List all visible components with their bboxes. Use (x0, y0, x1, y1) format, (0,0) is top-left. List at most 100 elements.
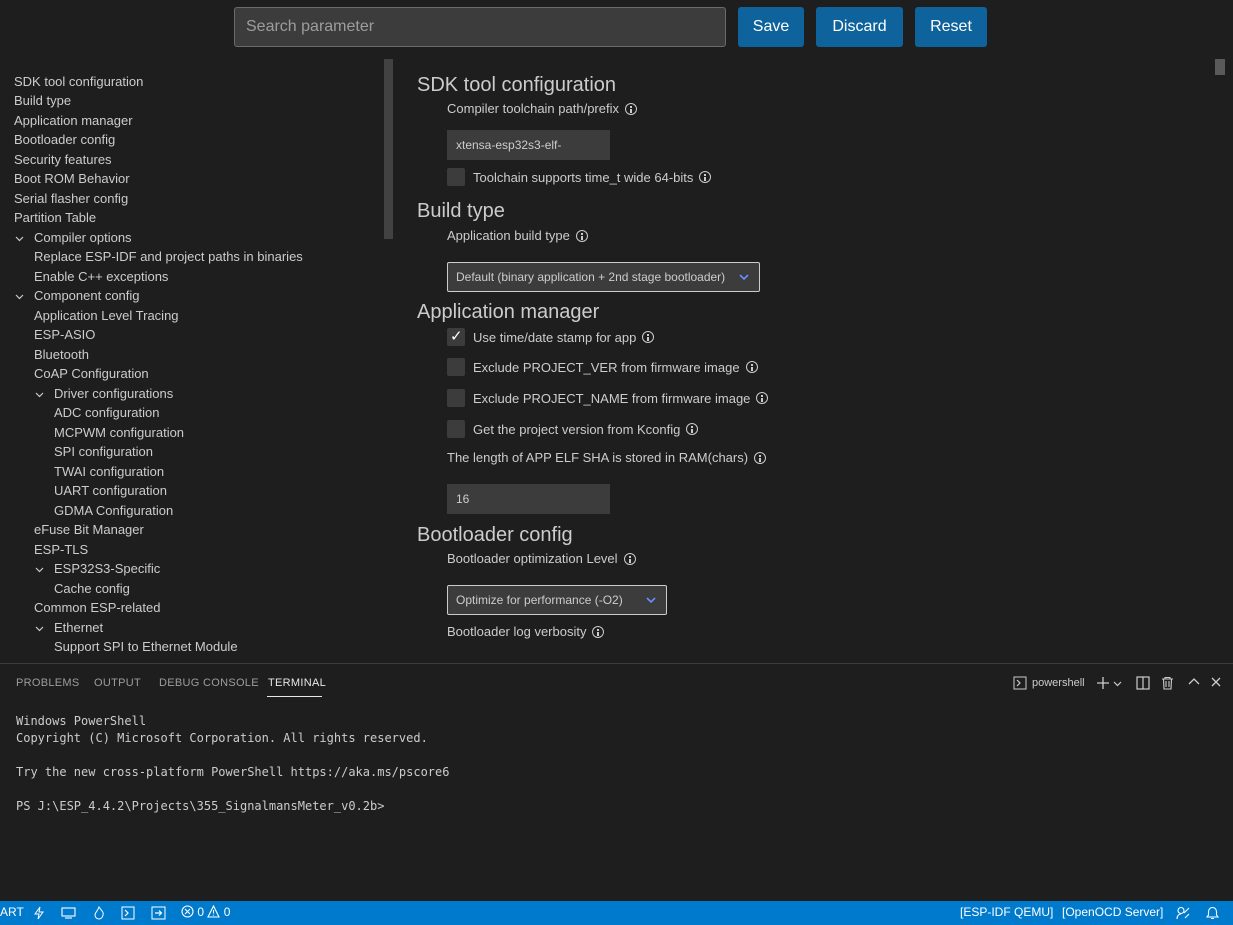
status-start-text[interactable]: ART (0, 905, 24, 919)
info-icon[interactable] (745, 361, 758, 373)
tree-item-mcpwm[interactable]: MCPWM configuration (54, 424, 184, 442)
form-scrollbar[interactable] (1215, 59, 1225, 75)
tab-problems[interactable]: PROBLEMS (16, 677, 80, 689)
chevron-down-icon[interactable] (35, 565, 44, 574)
tree-item-adc[interactable]: ADC configuration (54, 404, 160, 422)
chevron-down-icon[interactable] (1113, 679, 1122, 688)
save-button[interactable]: Save (738, 7, 804, 47)
checkbox-label: Get the project version from Kconfig (473, 421, 681, 437)
reset-button[interactable]: Reset (915, 7, 987, 47)
bootloader-opt-select[interactable]: Optimize for performance (-O2) (447, 585, 667, 615)
tree-item-spi-ethernet[interactable]: Support SPI to Ethernet Module (54, 638, 238, 656)
tree-item-app-manager[interactable]: Application manager (14, 112, 133, 130)
tree-item-bootloader[interactable]: Bootloader config (14, 131, 115, 149)
tree-item-replace-paths[interactable]: Replace ESP-IDF and project paths in bin… (34, 248, 303, 266)
bell-icon[interactable] (1206, 906, 1219, 920)
monitor-icon[interactable] (61, 907, 76, 919)
trash-icon[interactable] (1161, 676, 1174, 690)
chevron-down-icon[interactable] (15, 234, 24, 243)
chevron-down-icon[interactable] (35, 390, 44, 399)
terminal-line: ​ (16, 781, 449, 798)
discard-button[interactable]: Discard (816, 7, 903, 47)
terminal-prompt: PS J:\ESP_4.4.2\Projects\355_SignalmansM… (16, 799, 385, 813)
time-t-checkbox[interactable] (447, 168, 465, 186)
tree-item-esp-tls[interactable]: ESP-TLS (34, 541, 88, 559)
tree-item-driver-config[interactable]: Driver configurations (54, 385, 173, 403)
checkbox-label: Exclude PROJECT_VER from firmware image (473, 359, 740, 375)
error-icon (181, 905, 194, 918)
tree-item-boot-rom[interactable]: Boot ROM Behavior (14, 170, 130, 188)
app-build-type-select[interactable]: Default (binary application + 2nd stage … (447, 262, 760, 292)
sha-length-input[interactable] (447, 484, 610, 514)
problems-indicator[interactable]: 0 0 (181, 904, 231, 919)
info-icon[interactable] (623, 552, 636, 565)
info-icon[interactable] (642, 331, 655, 343)
info-icon[interactable] (686, 423, 699, 435)
esp-idf-qemu-button[interactable]: [ESP-IDF QEMU] (960, 905, 1053, 919)
flash-icon[interactable] (33, 906, 45, 920)
info-icon[interactable] (575, 229, 588, 242)
time-t-option: Toolchain supports time_t wide 64-bits (447, 168, 712, 186)
tree-item-build-type[interactable]: Build type (14, 92, 71, 110)
info-icon[interactable] (754, 451, 767, 464)
chevron-down-icon[interactable] (35, 624, 44, 633)
info-icon[interactable] (699, 171, 712, 183)
tab-output[interactable]: OUTPUT (94, 677, 141, 689)
tree-item-efuse[interactable]: eFuse Bit Manager (34, 521, 144, 539)
tree-item-coap[interactable]: CoAP Configuration (34, 365, 149, 383)
tree-item-esp-asio[interactable]: ESP-ASIO (34, 326, 95, 344)
tree-item-twai[interactable]: TWAI configuration (54, 463, 164, 481)
tree-item-partition-table[interactable]: Partition Table (14, 209, 96, 227)
terminal-name[interactable]: powershell (1032, 677, 1085, 689)
tree-item-common-esp[interactable]: Common ESP-related (34, 599, 160, 617)
toolchain-prefix-input[interactable] (447, 130, 610, 160)
chevron-down-icon (646, 597, 656, 604)
tree-item-spi[interactable]: SPI configuration (54, 443, 153, 461)
tree-scrollbar[interactable] (384, 59, 393, 239)
info-icon[interactable] (624, 102, 637, 115)
feedback-icon[interactable] (1176, 906, 1190, 920)
tree-item-serial-flasher[interactable]: Serial flasher config (14, 190, 128, 208)
select-value: Optimize for performance (-O2) (456, 593, 623, 607)
add-terminal-icon[interactable] (1096, 676, 1110, 690)
close-icon[interactable] (1211, 677, 1221, 687)
tree-item-compiler-options[interactable]: Compiler options (34, 229, 132, 247)
checkbox-label: Exclude PROJECT_NAME from firmware image (473, 390, 751, 406)
tab-terminal[interactable]: TERMINAL (268, 677, 326, 689)
flame-icon[interactable] (93, 906, 105, 920)
kconfig-version-checkbox[interactable] (447, 420, 465, 438)
search-input[interactable] (234, 7, 726, 47)
status-bar: ART 0 0 [ESP-IDF QEMU] [OpenOCD Server] (0, 901, 1233, 925)
config-tree: SDK tool configuration Build type Applic… (0, 70, 384, 660)
field-label-sha-len: The length of APP ELF SHA is stored in R… (447, 450, 767, 465)
tab-debug-console[interactable]: DEBUG CONSOLE (159, 677, 259, 689)
tree-item-ethernet[interactable]: Ethernet (54, 619, 103, 637)
tree-item-security[interactable]: Security features (14, 151, 112, 169)
info-icon[interactable] (756, 392, 769, 404)
split-terminal-icon[interactable] (1136, 676, 1150, 690)
terminal-icon[interactable] (121, 906, 135, 920)
tree-item-cache-config[interactable]: Cache config (54, 580, 130, 598)
exclude-ver-checkbox[interactable] (447, 358, 465, 376)
build-flash-monitor-icon[interactable] (151, 906, 166, 920)
tree-item-cpp-exceptions[interactable]: Enable C++ exceptions (34, 268, 168, 286)
config-form: SDK tool configuration Compiler toolchai… (400, 58, 1210, 662)
chevron-down-icon[interactable] (15, 292, 24, 301)
tree-item-app-tracing[interactable]: Application Level Tracing (34, 307, 179, 325)
field-label-log-verbosity: Bootloader log verbosity (447, 624, 605, 639)
openocd-server-button[interactable]: [OpenOCD Server] (1062, 905, 1163, 919)
chevron-up-icon[interactable] (1188, 677, 1200, 687)
tree-item-esp32s3-specific[interactable]: ESP32S3-Specific (54, 560, 160, 578)
field-label-text: Application build type (447, 228, 570, 243)
tree-item-uart[interactable]: UART configuration (54, 482, 167, 500)
tree-item-bluetooth[interactable]: Bluetooth (34, 346, 89, 364)
warning-count: 0 (223, 905, 231, 919)
info-icon[interactable] (592, 625, 605, 638)
tree-item-gdma[interactable]: GDMA Configuration (54, 502, 173, 520)
terminal-line: Windows PowerShell (16, 714, 147, 728)
tree-item-component-config[interactable]: Component config (34, 287, 140, 305)
terminal-output[interactable]: Windows PowerShell Copyright (C) Microsof… (16, 713, 449, 815)
tree-item-sdk-tool[interactable]: SDK tool configuration (14, 73, 143, 91)
exclude-name-checkbox[interactable] (447, 389, 465, 407)
timestamp-checkbox[interactable] (447, 327, 465, 346)
